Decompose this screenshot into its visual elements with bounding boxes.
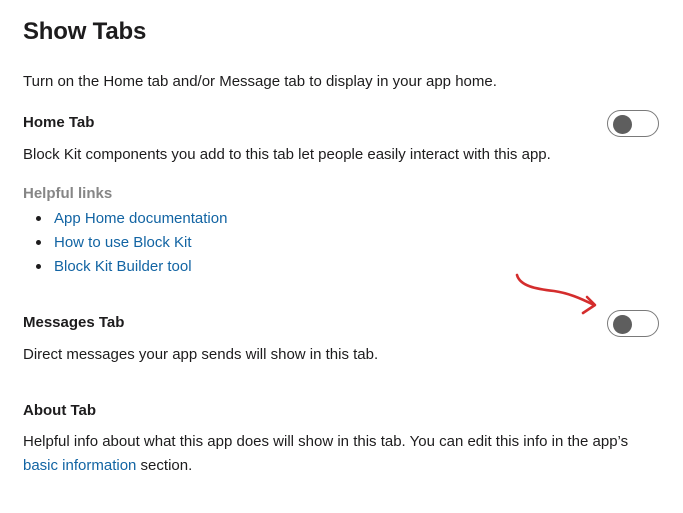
list-item: App Home documentation xyxy=(23,208,227,232)
messages-tab-heading: Messages Tab xyxy=(23,314,125,331)
home-tab-toggle[interactable] xyxy=(607,110,659,137)
about-tab-heading: About Tab xyxy=(23,402,97,419)
bullet-icon xyxy=(36,240,41,245)
toggle-knob xyxy=(613,115,632,134)
home-tab-description: Block Kit components you add to this tab… xyxy=(23,146,551,163)
about-tab-description: Helpful info about what this app does wi… xyxy=(23,430,643,478)
block-kit-howto-link[interactable]: How to use Block Kit xyxy=(54,234,192,251)
list-item: How to use Block Kit xyxy=(23,232,227,256)
messages-tab-description: Direct messages your app sends will show… xyxy=(23,346,379,363)
bullet-icon xyxy=(36,216,41,221)
page-title: Show Tabs xyxy=(23,18,147,45)
list-item: Block Kit Builder tool xyxy=(23,256,227,280)
helpful-links-list: App Home documentation How to use Block … xyxy=(23,208,227,280)
basic-information-link[interactable]: basic information xyxy=(23,457,136,474)
messages-tab-toggle[interactable] xyxy=(607,310,659,337)
helpful-links-label: Helpful links xyxy=(23,185,113,202)
about-tab-text-before: Helpful info about what this app does wi… xyxy=(23,433,629,450)
about-tab-text-after: section. xyxy=(136,457,193,474)
annotation-arrow-icon xyxy=(515,273,597,315)
home-tab-heading: Home Tab xyxy=(23,114,95,131)
intro-text: Turn on the Home tab and/or Message tab … xyxy=(23,73,497,90)
toggle-knob xyxy=(613,315,632,334)
block-kit-builder-link[interactable]: Block Kit Builder tool xyxy=(54,258,192,275)
app-home-documentation-link[interactable]: App Home documentation xyxy=(54,210,227,227)
bullet-icon xyxy=(36,264,41,269)
